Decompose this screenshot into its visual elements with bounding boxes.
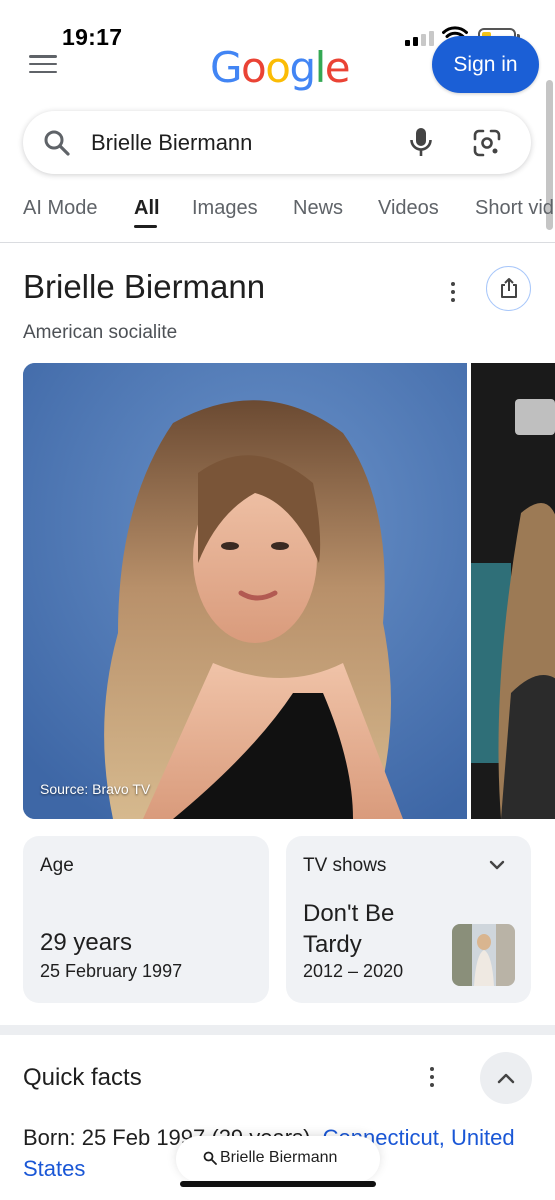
search-box[interactable]: Brielle Biermann	[23, 111, 531, 174]
logo-letter: g	[289, 43, 316, 92]
age-label: Age	[40, 855, 74, 876]
search-tabs: AI Mode All Images News Videos Short vid	[0, 185, 555, 243]
search-icon	[203, 1151, 217, 1165]
share-button[interactable]	[486, 266, 531, 311]
portrait-image	[23, 363, 467, 819]
tab-videos[interactable]: Videos	[378, 197, 439, 220]
google-lens-icon[interactable]	[472, 128, 502, 158]
main-menu-button[interactable]	[28, 52, 58, 76]
search-icon[interactable]	[43, 129, 71, 157]
tab-all[interactable]: All	[134, 197, 160, 220]
bottom-search-pill[interactable]: Brielle Biermann	[176, 1136, 380, 1182]
microphone-icon[interactable]	[407, 126, 435, 158]
main-photo[interactable]	[23, 363, 467, 819]
quick-facts-more-icon[interactable]	[424, 1066, 440, 1088]
search-input[interactable]: Brielle Biermann	[91, 130, 252, 156]
tv-show-thumbnail[interactable]	[452, 924, 515, 986]
logo-letter: G	[210, 43, 243, 92]
sign-in-button[interactable]: Sign in	[432, 36, 539, 93]
secondary-photo-image	[471, 363, 555, 819]
cellular-signal-icon	[405, 30, 435, 46]
tab-news[interactable]: News	[293, 197, 343, 220]
chevron-down-icon[interactable]	[488, 858, 506, 872]
share-icon	[501, 278, 517, 298]
photo-source-label: Source: Bravo TV	[40, 781, 151, 797]
tv-shows-label: TV shows	[303, 855, 387, 876]
section-divider	[0, 1025, 555, 1035]
chevron-up-icon	[497, 1073, 515, 1084]
tv-show-years: 2012 – 2020	[303, 961, 404, 981]
age-value: 29 years	[40, 929, 133, 956]
tab-images[interactable]: Images	[192, 197, 258, 220]
tab-ai-mode[interactable]: AI Mode	[23, 197, 97, 220]
born-label: Born	[23, 1125, 70, 1150]
logo-letter: o	[241, 43, 267, 92]
logo-letter: e	[324, 43, 351, 92]
logo-letter: o	[265, 43, 291, 92]
tv-shows-card[interactable]: TV shows Don't Be Tardy 2012 – 2020	[286, 836, 531, 1003]
knowledge-panel-title: Brielle Biermann	[23, 268, 266, 305]
logo-letter: l	[314, 43, 327, 92]
secondary-photo[interactable]	[471, 363, 555, 819]
quick-facts-title: Quick facts	[23, 1064, 142, 1091]
collapse-button[interactable]	[480, 1052, 532, 1104]
home-indicator[interactable]	[180, 1181, 376, 1187]
birth-date: 25 February 1997	[40, 961, 183, 981]
bottom-search-query: Brielle Biermann	[220, 1149, 338, 1166]
status-time: 19:17	[62, 24, 123, 50]
tv-show-title: Don't Be Tardy	[303, 900, 395, 958]
tv-show-thumbnail-image	[452, 924, 515, 986]
more-options-icon[interactable]	[443, 280, 463, 304]
knowledge-panel-subtitle: American socialite	[23, 322, 178, 343]
age-card[interactable]: Age 29 years 25 February 1997	[23, 836, 269, 1003]
google-logo[interactable]: Google	[210, 43, 351, 92]
active-tab-indicator	[134, 225, 157, 228]
tab-short-videos[interactable]: Short vid	[475, 197, 554, 220]
